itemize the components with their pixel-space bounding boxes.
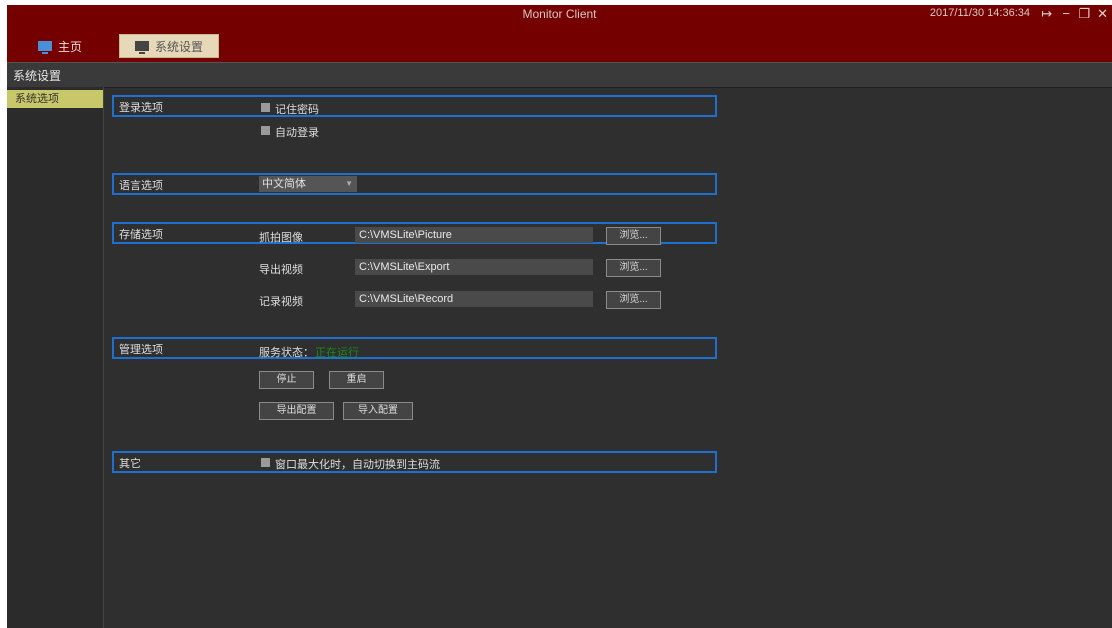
nav-settings-label: 系统设置 xyxy=(154,39,203,54)
language-selected-value: 中文简体 xyxy=(262,178,306,190)
restart-button[interactable]: 重启 xyxy=(329,371,384,389)
snapshot-path-field[interactable]: C:\VMSLite\Picture xyxy=(355,227,593,243)
service-status-value: 正在运行 xyxy=(315,347,359,359)
export-path-field[interactable]: C:\VMSLite\Export xyxy=(355,259,593,275)
import-config-button[interactable]: 导入配置 xyxy=(343,402,413,420)
auto-switch-label: 窗口最大化时，自动切换到主码流 xyxy=(275,459,440,471)
remember-password-checkbox[interactable] xyxy=(261,103,270,112)
breadcrumb: 系统设置 xyxy=(7,62,1112,88)
record-path-label: 记录视频 xyxy=(259,296,303,308)
remember-password-label: 记住密码 xyxy=(275,104,319,116)
snapshot-browse-button[interactable]: 浏览... xyxy=(606,227,661,245)
other-section-label: 其它 xyxy=(119,458,141,470)
snapshot-path-label: 抓拍图像 xyxy=(259,232,303,244)
language-select[interactable]: 中文简体 ▼ xyxy=(259,176,357,192)
datetime-display: 2017/11/30 14:36:34 xyxy=(929,7,1030,19)
chevron-down-icon: ▼ xyxy=(345,179,353,188)
title-bar: Monitor Client 2017/11/30 14:36:34 ↦ − ❐… xyxy=(7,5,1112,62)
storage-section-label: 存储选项 xyxy=(119,229,163,241)
auto-login-label: 自动登录 xyxy=(275,127,319,139)
settings-monitor-icon xyxy=(134,41,149,54)
service-status-label: 服务状态： xyxy=(259,347,314,359)
language-section-label: 语言选项 xyxy=(119,180,163,192)
breadcrumb-label: 系统设置 xyxy=(13,69,62,83)
export-config-button[interactable]: 导出配置 xyxy=(259,402,334,420)
login-section-label: 登录选项 xyxy=(119,102,163,114)
login-section: 登录选项 xyxy=(112,95,717,117)
stop-button[interactable]: 停止 xyxy=(259,371,314,389)
logout-icon[interactable]: ↦ xyxy=(1041,5,1052,23)
export-browse-button[interactable]: 浏览... xyxy=(606,259,661,277)
sidebar: 系统选项 xyxy=(7,87,104,628)
close-icon[interactable]: ✕ xyxy=(1097,5,1108,23)
nav-home-button[interactable]: 主页 xyxy=(38,34,82,58)
auto-switch-checkbox[interactable] xyxy=(261,458,270,467)
record-path-field[interactable]: C:\VMSLite\Record xyxy=(355,291,593,307)
app-window: Monitor Client 2017/11/30 14:36:34 ↦ − ❐… xyxy=(7,5,1112,628)
nav-home-label: 主页 xyxy=(58,39,83,54)
export-path-label: 导出视频 xyxy=(259,264,303,276)
minimize-icon[interactable]: − xyxy=(1062,5,1070,23)
management-section-label: 管理选项 xyxy=(119,344,163,356)
monitor-icon xyxy=(38,41,52,54)
language-section: 语言选项 xyxy=(112,173,717,195)
record-browse-button[interactable]: 浏览... xyxy=(606,291,661,309)
restore-icon[interactable]: ❐ xyxy=(1078,5,1090,23)
sidebar-item-system-options[interactable]: 系统选项 xyxy=(7,90,103,108)
nav-settings-button[interactable]: 系统设置 xyxy=(119,34,219,58)
auto-login-checkbox[interactable] xyxy=(261,126,270,135)
management-section: 管理选项 xyxy=(112,337,717,359)
